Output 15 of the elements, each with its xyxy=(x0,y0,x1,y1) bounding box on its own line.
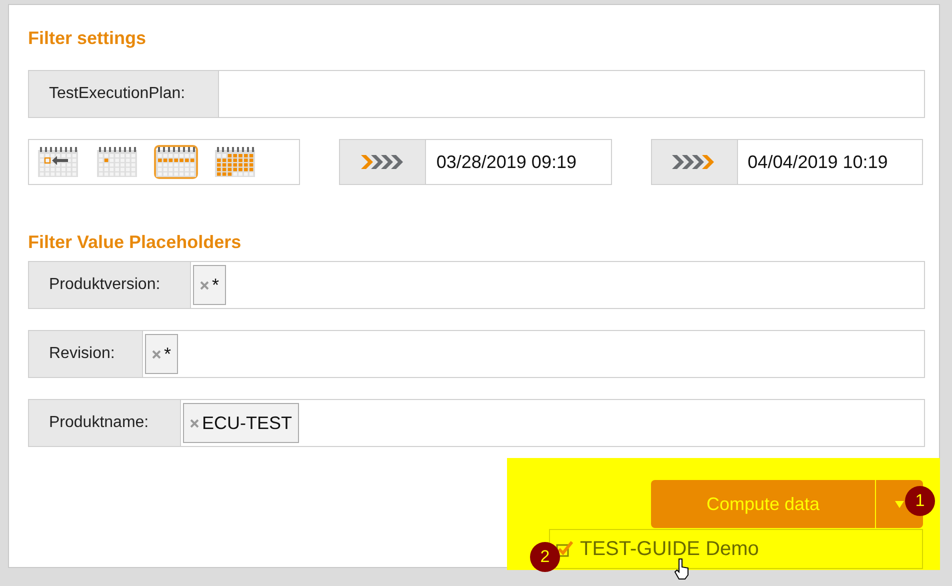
calendar-icon xyxy=(38,147,78,177)
calendar-preset-button[interactable] xyxy=(95,145,139,179)
step-number-tooltip: 2 xyxy=(530,542,560,572)
hand-cursor-icon xyxy=(674,558,690,580)
section-title: Filter settings xyxy=(28,27,148,50)
caret-icon xyxy=(895,500,904,508)
section-title: Filter Value Placeholders xyxy=(28,231,242,254)
calendar-preset-button[interactable] xyxy=(154,145,198,179)
menu-item-label: TEST-GUIDE Demo xyxy=(580,537,759,562)
calendar-icon xyxy=(156,147,196,177)
menu-item[interactable]: TEST-GUIDE Demo xyxy=(549,529,923,569)
calendar-preset-button[interactable] xyxy=(36,145,80,179)
calendar-preset-button[interactable] xyxy=(213,145,257,179)
calendar-icon xyxy=(215,147,255,177)
calendar-icon xyxy=(97,147,137,177)
